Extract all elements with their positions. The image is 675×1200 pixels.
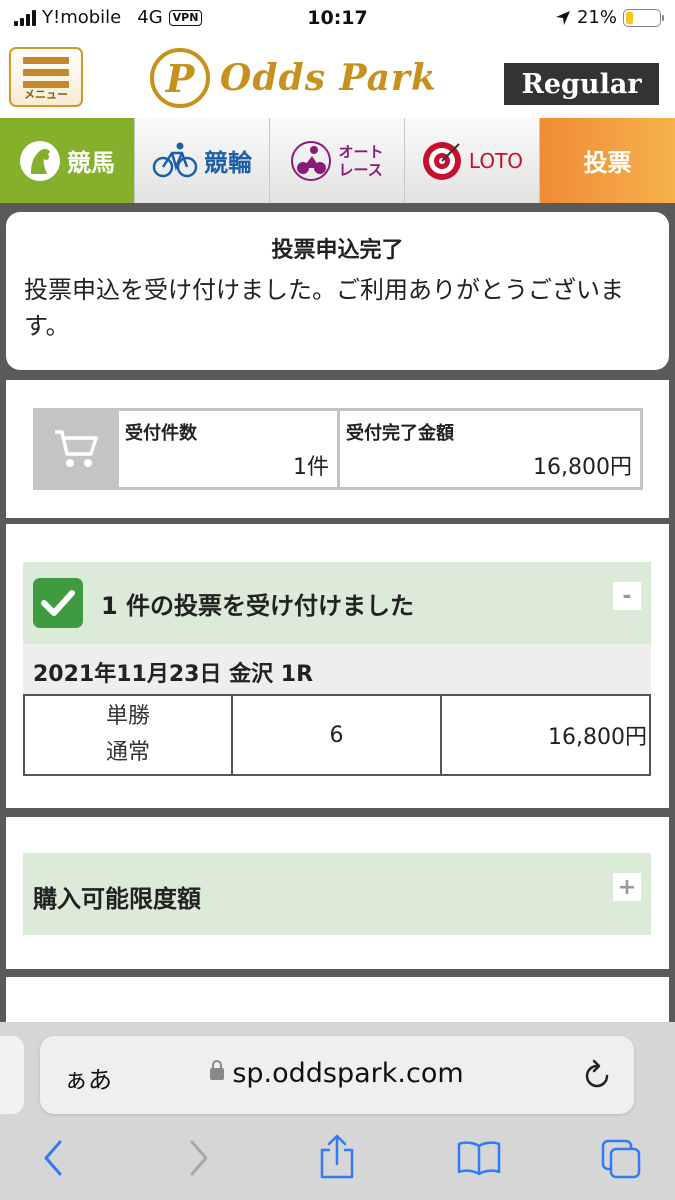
bicycle-icon [152, 142, 198, 177]
bet-selection: 6 [233, 696, 442, 774]
check-icon [33, 578, 83, 628]
nav-loto[interactable]: LOTO [405, 118, 540, 203]
lock-icon [210, 1060, 225, 1080]
bookmarks-icon[interactable] [456, 1140, 502, 1176]
purchase-limit-header[interactable]: 購入可能限度額 + [23, 853, 651, 935]
bet-detail-row: 単勝 通常 6 16,800円 [23, 694, 651, 776]
race-info: 2021年11月23日 金沢 1R [23, 644, 651, 694]
accepted-bets-title: 1 件の投票を受け付けました [101, 592, 415, 620]
menu-label: メニュー [24, 88, 68, 101]
category-nav: 競馬 競輪 オート レース LOTO 投票 [0, 118, 675, 203]
purchase-limit-card: 購入可能限度額 + [6, 817, 669, 969]
bet-type: 単勝 [105, 704, 150, 729]
bet-type-cell: 単勝 通常 [25, 696, 233, 774]
nav-vote-label: 投票 [583, 149, 632, 177]
share-icon[interactable] [318, 1134, 356, 1180]
cart-icon [55, 430, 98, 467]
bet-amount: 16,800円 [548, 725, 647, 750]
nav-keirin[interactable]: 競輪 [135, 118, 270, 203]
completion-message: 投票申込を受け付けました。ご利用ありがとうございます。 [24, 276, 624, 340]
bet-mode: 通常 [105, 740, 150, 765]
back-icon[interactable] [40, 1138, 66, 1178]
accepted-bets-header[interactable]: 1 件の投票を受け付けました - [23, 562, 651, 644]
accepted-bets-card: 1 件の投票を受け付けました - 2021年11月23日 金沢 1R 単勝 通常… [6, 524, 669, 808]
accepted-amount-cell: 受付完了金額 16,800円 [340, 411, 640, 487]
nav-autorace[interactable]: オート レース [270, 118, 405, 203]
battery-icon [623, 8, 664, 27]
forward-icon[interactable] [186, 1138, 212, 1178]
target-icon [422, 141, 461, 180]
reload-icon[interactable] [582, 1058, 612, 1090]
collapse-toggle-button[interactable]: - [613, 582, 641, 610]
nav-loto-label: LOTO [468, 148, 524, 173]
nav-keirin-label: 競輪 [204, 149, 252, 177]
summary-box: 受付件数 1件 受付完了金額 16,800円 [33, 408, 643, 490]
location-arrow-icon [555, 10, 570, 25]
accepted-count-label: 受付件数 [125, 423, 197, 444]
logo-mark: P [150, 48, 210, 108]
status-bar: Y!mobile 4G VPN 10:17 21% [0, 0, 675, 38]
browser-address-area: ぁあ sp.oddspark.com [0, 1022, 675, 1122]
address-bar[interactable]: ぁあ sp.oddspark.com [40, 1036, 634, 1114]
accepted-count-cell: 受付件数 1件 [119, 411, 337, 487]
completion-title: 投票申込完了 [271, 238, 404, 263]
url-field[interactable]: sp.oddspark.com [40, 1058, 634, 1089]
nav-vote[interactable]: 投票 [540, 118, 675, 203]
nav-keiba-label: 競馬 [67, 149, 115, 177]
url-text: sp.oddspark.com [232, 1058, 464, 1089]
site-header: メニュー P Odds Park Regular [0, 38, 675, 118]
menu-button[interactable]: メニュー [9, 47, 83, 107]
tabs-icon[interactable] [600, 1138, 642, 1180]
accepted-amount-label: 受付完了金額 [346, 423, 454, 444]
horse-icon [20, 140, 60, 181]
oddspark-logo[interactable]: P Odds Park [150, 46, 437, 110]
completion-card: 投票申込完了 投票申込を受け付けました。ご利用ありがとうございます。 [6, 212, 669, 370]
battery-percent: 21% [576, 7, 617, 28]
member-rank-badge: Regular [504, 63, 659, 105]
accepted-amount-value: 16,800円 [533, 455, 632, 480]
logo-text: Odds Park [220, 57, 437, 99]
summary-card: 受付件数 1件 受付完了金額 16,800円 [6, 380, 669, 518]
purchase-limit-title: 購入可能限度額 [33, 885, 201, 913]
browser-toolbar [0, 1122, 675, 1200]
accepted-count-value: 1件 [293, 455, 329, 480]
motorcycle-icon [291, 140, 332, 181]
previous-tab-peek[interactable] [0, 1036, 24, 1114]
nav-autorace-label: オート レース [338, 142, 384, 179]
expand-toggle-button[interactable]: + [613, 873, 641, 901]
nav-keiba[interactable]: 競馬 [0, 118, 135, 203]
